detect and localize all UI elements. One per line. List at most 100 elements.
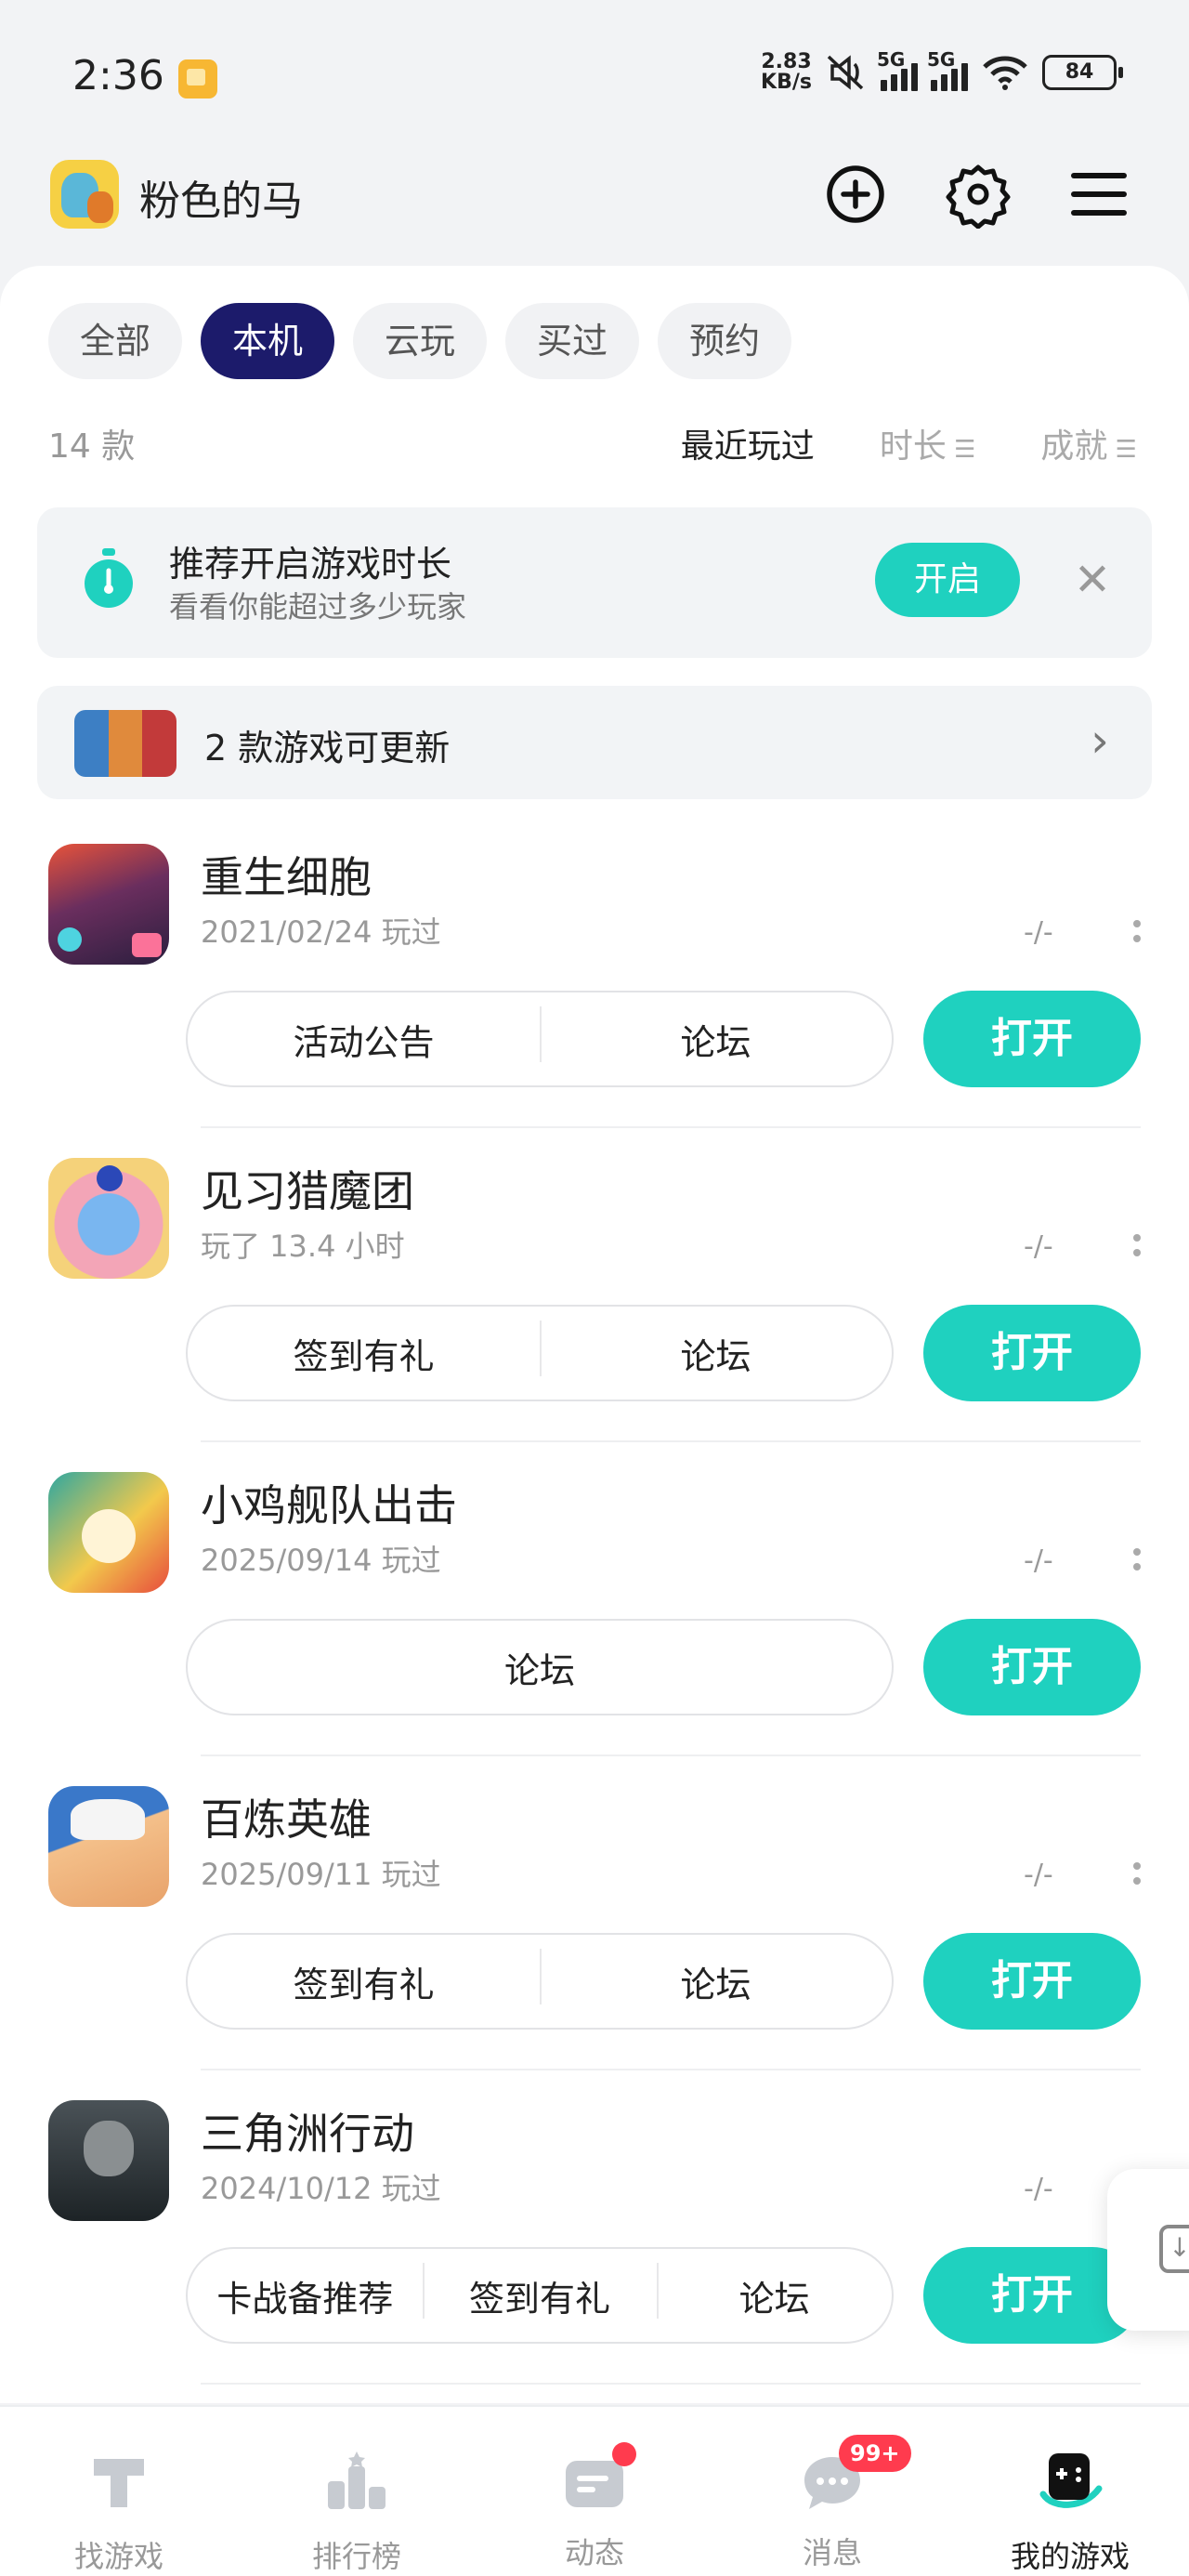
game-subtext: 2021/02/24 玩过	[201, 914, 441, 950]
notification-icon	[178, 59, 217, 99]
status-bar: 2:36 2.83 KB/s 5G 5G 84	[0, 0, 1189, 149]
action-pill: 活动公告 论坛	[186, 991, 894, 1087]
list-item: 重生细胞 2021/02/24 玩过 -/- 活动公告 论坛 打开	[0, 835, 1189, 1149]
gear-icon[interactable]	[944, 160, 1013, 229]
close-icon[interactable]: ✕	[1066, 554, 1118, 606]
enable-button[interactable]: 开启	[875, 543, 1020, 617]
action-forum[interactable]: 论坛	[657, 2262, 892, 2321]
game-icon[interactable]	[48, 1786, 169, 1907]
divider	[201, 1126, 1141, 1128]
list-item: 见习猎魔团 玩了 13.4 小时 -/- 签到有礼 论坛 打开	[0, 1149, 1189, 1463]
action-forum[interactable]: 论坛	[188, 1642, 892, 1693]
divider	[201, 2069, 1141, 2070]
top-header: 粉色的马	[0, 149, 1189, 269]
game-name[interactable]: 百炼英雄	[201, 1786, 372, 1847]
action-checkin[interactable]: 签到有礼	[188, 1956, 540, 2007]
find-game-icon	[94, 2459, 144, 2507]
game-subtext: 2025/09/14 玩过	[201, 1543, 441, 1578]
more-icon[interactable]	[1131, 1544, 1143, 1576]
signal-icon-2: 5G	[927, 48, 968, 91]
stopwatch-icon	[85, 548, 133, 608]
feed-icon-wrap	[560, 2442, 636, 2517]
tab-label: 找游戏	[73, 2539, 163, 2574]
signal-icon-1: 5G	[877, 48, 918, 91]
more-icon[interactable]	[1131, 1230, 1143, 1262]
action-forum[interactable]: 论坛	[540, 1320, 892, 1379]
game-name[interactable]: 三角洲行动	[201, 2100, 414, 2162]
ranking-icon	[328, 2451, 385, 2509]
status-icons: 2.83 KB/s 5G 5G 84	[761, 48, 1123, 94]
battery-icon: 84	[1042, 55, 1123, 90]
status-time: 2:36	[72, 52, 164, 99]
sort-duration[interactable]: 时长	[880, 419, 976, 467]
divider	[201, 1755, 1141, 1756]
menu-icon[interactable]	[1065, 160, 1133, 229]
avatar[interactable]	[50, 160, 119, 229]
filter-chips: 全部 本机 云玩 买过 预约	[48, 303, 792, 379]
chip-cloud[interactable]: 云玩	[353, 303, 488, 379]
my-games-icon	[1039, 2453, 1103, 2508]
tab-messages[interactable]: 99+ 消息	[713, 2407, 951, 2576]
game-name[interactable]: 见习猎魔团	[201, 1158, 414, 1219]
game-stat: -/-	[1024, 1230, 1053, 1263]
tab-feed[interactable]: 动态	[476, 2407, 713, 2576]
game-icon[interactable]	[48, 1158, 169, 1279]
action-forum[interactable]: 论坛	[540, 1948, 892, 2007]
game-stat: -/-	[1024, 1544, 1053, 1577]
action-checkin[interactable]: 签到有礼	[188, 1328, 540, 1379]
username[interactable]: 粉色的马	[139, 167, 303, 227]
open-button[interactable]: 打开	[923, 991, 1141, 1087]
action-checkin[interactable]: 签到有礼	[422, 2262, 658, 2321]
tab-label: 动态	[564, 2535, 624, 2570]
game-icon[interactable]	[48, 2100, 169, 2221]
chip-bought[interactable]: 买过	[505, 303, 640, 379]
tab-label: 排行榜	[311, 2539, 401, 2574]
floating-download-button[interactable]: ↓	[1107, 2169, 1189, 2331]
sort-recent[interactable]: 最近玩过	[681, 419, 815, 467]
bottom-tab-bar: 找游戏 排行榜 动态 99+ 消息 我的游戏	[0, 2405, 1189, 2576]
game-name[interactable]: 小鸡舰队出击	[201, 1472, 457, 1533]
game-icon[interactable]	[48, 844, 169, 965]
chevron-right-icon: ›	[1091, 714, 1109, 768]
open-button[interactable]: 打开	[923, 1619, 1141, 1715]
open-button[interactable]: 打开	[923, 1933, 1141, 2030]
open-button[interactable]: 打开	[923, 1305, 1141, 1401]
game-count: 14 款	[48, 427, 136, 466]
game-stat: -/-	[1024, 2173, 1053, 2205]
chip-all[interactable]: 全部	[48, 303, 183, 379]
update-bar[interactable]: 2 款游戏可更新 ›	[37, 686, 1152, 799]
game-subtext: 2024/10/12 玩过	[201, 2171, 441, 2206]
update-text: 2 款游戏可更新	[204, 728, 451, 769]
action-forum[interactable]: 论坛	[540, 1005, 892, 1065]
game-stat: -/-	[1024, 1859, 1053, 1891]
tab-my-games[interactable]: 我的游戏	[951, 2407, 1189, 2576]
game-name[interactable]: 重生细胞	[201, 844, 372, 905]
more-icon[interactable]	[1131, 916, 1143, 948]
sort-options: 最近玩过 时长 成就	[681, 419, 1137, 467]
list-item: 三角洲行动 2024/10/12 玩过 -/- 卡战备推荐 签到有礼 论坛 打开	[0, 2091, 1189, 2405]
unread-badge: 99+	[839, 2435, 911, 2472]
tab-find-game[interactable]: 找游戏	[0, 2407, 238, 2576]
action-pill: 签到有礼 论坛	[186, 1933, 894, 2030]
action-recommend[interactable]: 卡战备推荐	[188, 2270, 423, 2321]
action-pill: 论坛	[186, 1619, 894, 1715]
banner-title: 推荐开启游戏时长	[169, 544, 452, 585]
game-subtext: 玩了 13.4 小时	[201, 1229, 405, 1264]
game-icon[interactable]	[48, 1472, 169, 1593]
playtime-banner: 推荐开启游戏时长 看看你能超过多少玩家 开启 ✕	[37, 507, 1152, 658]
sort-achievement[interactable]: 成就	[1040, 419, 1137, 467]
game-stat: -/-	[1024, 916, 1053, 949]
banner-subtitle: 看看你能超过多少玩家	[169, 589, 467, 624]
chip-local[interactable]: 本机	[201, 303, 335, 379]
tab-label: 消息	[802, 2535, 862, 2570]
add-circle-icon[interactable]	[821, 160, 890, 229]
action-pill: 卡战备推荐 签到有礼 论坛	[186, 2247, 894, 2344]
game-subtext: 2025/09/11 玩过	[201, 1857, 441, 1892]
more-icon[interactable]	[1131, 1859, 1143, 1890]
net-speed: 2.83 KB/s	[761, 50, 812, 94]
action-pill: 签到有礼 论坛	[186, 1305, 894, 1401]
chip-reserved[interactable]: 预约	[658, 303, 792, 379]
action-announcement[interactable]: 活动公告	[188, 1014, 540, 1065]
tab-label: 我的游戏	[1010, 2539, 1130, 2574]
tab-ranking[interactable]: 排行榜	[238, 2407, 476, 2576]
